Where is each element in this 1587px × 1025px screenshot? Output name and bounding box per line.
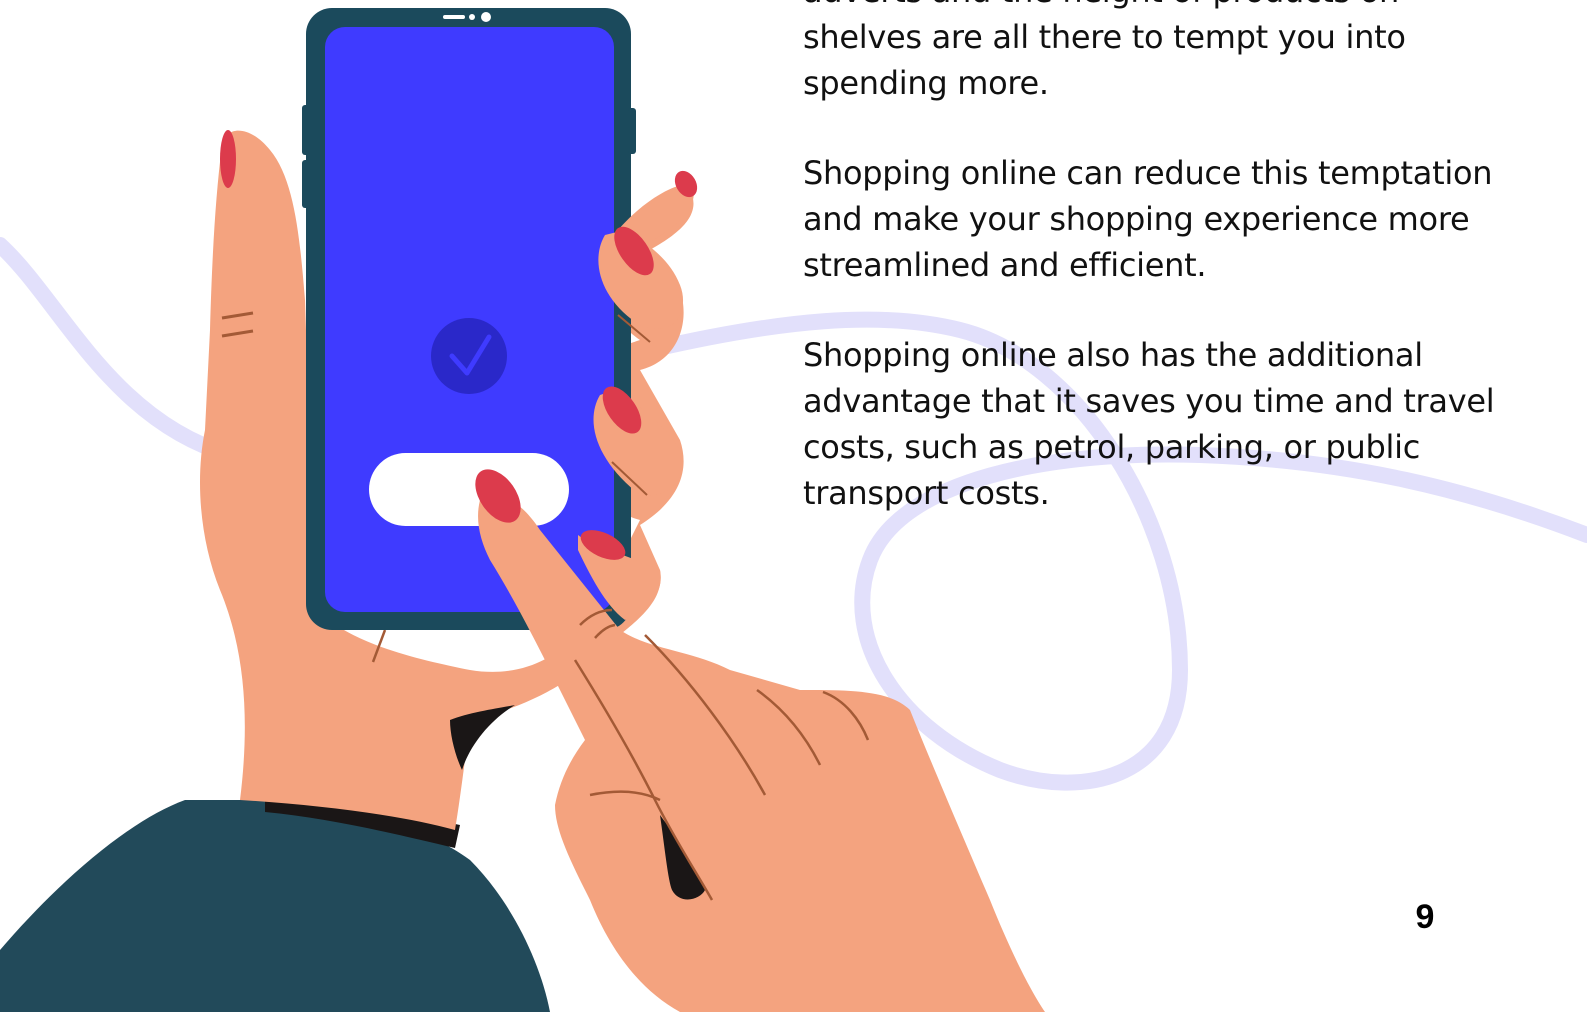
- phone-confirm-button[interactable]: [369, 453, 569, 526]
- thumb-nail: [220, 130, 236, 188]
- phone-speaker: [443, 15, 465, 19]
- page-number: 9: [1415, 898, 1435, 936]
- paragraph-1: adverts and the height of products on sh…: [803, 0, 1406, 102]
- phone-sensor: [469, 14, 475, 20]
- phone-button-left-2: [302, 160, 310, 208]
- paragraph-3: Shopping online also has the additional …: [803, 336, 1495, 512]
- paragraph-2: Shopping online can reduce this temptati…: [803, 154, 1493, 284]
- phone-button-left-1: [302, 105, 310, 155]
- phone-camera: [481, 12, 491, 22]
- phone-button-right: [628, 108, 636, 154]
- body-text: adverts and the height of products on sh…: [803, 0, 1503, 560]
- check-icon: [431, 318, 507, 394]
- sleeve: [0, 800, 550, 1012]
